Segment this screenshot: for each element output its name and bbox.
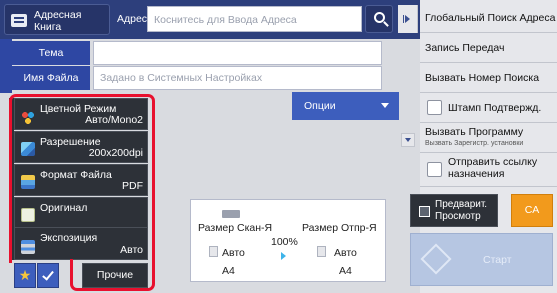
subject-row: Тема	[12, 41, 382, 65]
star-icon: ★	[18, 267, 32, 283]
scan-size-label: Размер Скан-Я	[198, 222, 273, 234]
resolution-icon	[21, 142, 35, 156]
exposure-icon	[21, 240, 35, 254]
subject-label: Тема	[12, 41, 90, 65]
address-book-label: Адресная Книга	[34, 9, 82, 33]
stamp-confirm-item[interactable]: Штамп Подтвержд.	[420, 93, 557, 123]
send-log-item[interactable]: Запись Передач	[420, 33, 557, 63]
scanner-icon	[222, 210, 240, 218]
start-button[interactable]: Старт	[410, 233, 553, 286]
preview-button[interactable]: Предварит. Просмотр	[410, 194, 498, 227]
start-icon	[420, 243, 452, 275]
setting-name: Экспозиция	[40, 232, 98, 244]
setting-color-mode[interactable]: Цветной Режим Авто/Mono2	[14, 98, 148, 130]
options-dropdown[interactable]: Опции	[292, 92, 399, 120]
original-icon	[21, 208, 35, 222]
checkmark-icon	[42, 268, 54, 281]
address-input[interactable]: Коснитесь для Ввода Адреса	[147, 6, 362, 32]
setting-name: Оригинал	[40, 202, 88, 214]
send-paper-value: A4	[339, 265, 352, 277]
send-link-checkbox[interactable]	[427, 162, 442, 177]
panel-toggle-icon-bar	[403, 15, 404, 23]
send-size-label: Размер Отпр-Я	[302, 222, 377, 234]
other-button[interactable]: Прочие	[82, 263, 148, 288]
stamp-confirm-checkbox[interactable]	[427, 100, 442, 115]
chevron-down-icon	[381, 103, 389, 108]
call-program-label: Вызвать Программу	[425, 126, 524, 138]
setting-exposure[interactable]: Экспозиция Авто	[14, 227, 148, 260]
panel-toggle-icon	[405, 15, 410, 23]
setting-value: 200x200dpi	[88, 147, 143, 159]
setting-name: Формат Файла	[40, 169, 112, 181]
document-icon	[317, 246, 326, 257]
scan-paper-value: A4	[222, 265, 235, 277]
preview-icon	[419, 206, 430, 217]
setting-value: PDF	[122, 180, 143, 192]
search-icon-handle	[383, 21, 389, 27]
chevron-down-icon	[405, 138, 411, 142]
arrow-right-icon	[281, 252, 286, 260]
setting-resolution[interactable]: Разрешение 200x200dpi	[14, 131, 148, 163]
filename-row: Имя Файла Задано в Системных Настройках	[12, 66, 382, 90]
setting-original[interactable]: Оригинал	[14, 197, 148, 229]
options-label: Опции	[304, 100, 336, 112]
filename-label: Имя Файла	[12, 66, 90, 90]
preview-label: Предварит. Просмотр	[435, 199, 488, 222]
filename-input[interactable]: Задано в Системных Настройках	[93, 66, 382, 90]
send-link-label: Отправить ссылку назначения	[448, 156, 538, 180]
setting-value: Авто/Mono2	[85, 114, 143, 126]
search-button[interactable]	[365, 5, 393, 33]
scan-mode-value: Авто	[222, 247, 245, 259]
address-book-icon	[11, 14, 27, 27]
setting-file-format[interactable]: Формат Файла PDF	[14, 164, 148, 196]
send-link-item[interactable]: Отправить ссылку назначения	[420, 153, 557, 187]
send-mode-value: Авто	[334, 247, 357, 259]
color-mode-icon	[21, 111, 35, 125]
panel-toggle-button[interactable]	[398, 5, 418, 33]
global-address-search-item[interactable]: Глобальный Поиск Адреса	[420, 0, 557, 33]
address-label: Адрес	[117, 13, 148, 25]
panel-scroll-down-button[interactable]	[401, 133, 415, 147]
stamp-confirm-label: Штамп Подтвержд.	[448, 102, 542, 114]
document-icon	[209, 246, 218, 257]
favorite-button[interactable]: ★	[14, 263, 36, 288]
file-format-icon	[21, 175, 35, 189]
call-search-number-item[interactable]: Вызвать Номер Поиска	[420, 63, 557, 93]
ratio-value: 100%	[271, 236, 298, 248]
field-strip	[0, 39, 12, 93]
call-program-sublabel: Вызвать Зарегистр. установки	[425, 140, 524, 147]
clear-all-button[interactable]: CA	[511, 194, 553, 227]
address-book-button[interactable]: Адресная Книга	[4, 4, 110, 35]
subject-input[interactable]	[93, 41, 382, 65]
start-label: Старт	[483, 254, 512, 266]
check-button[interactable]	[37, 263, 59, 288]
setting-value: Авто	[120, 244, 143, 256]
call-program-item[interactable]: Вызвать Программу Вызвать Зарегистр. уст…	[420, 123, 557, 153]
